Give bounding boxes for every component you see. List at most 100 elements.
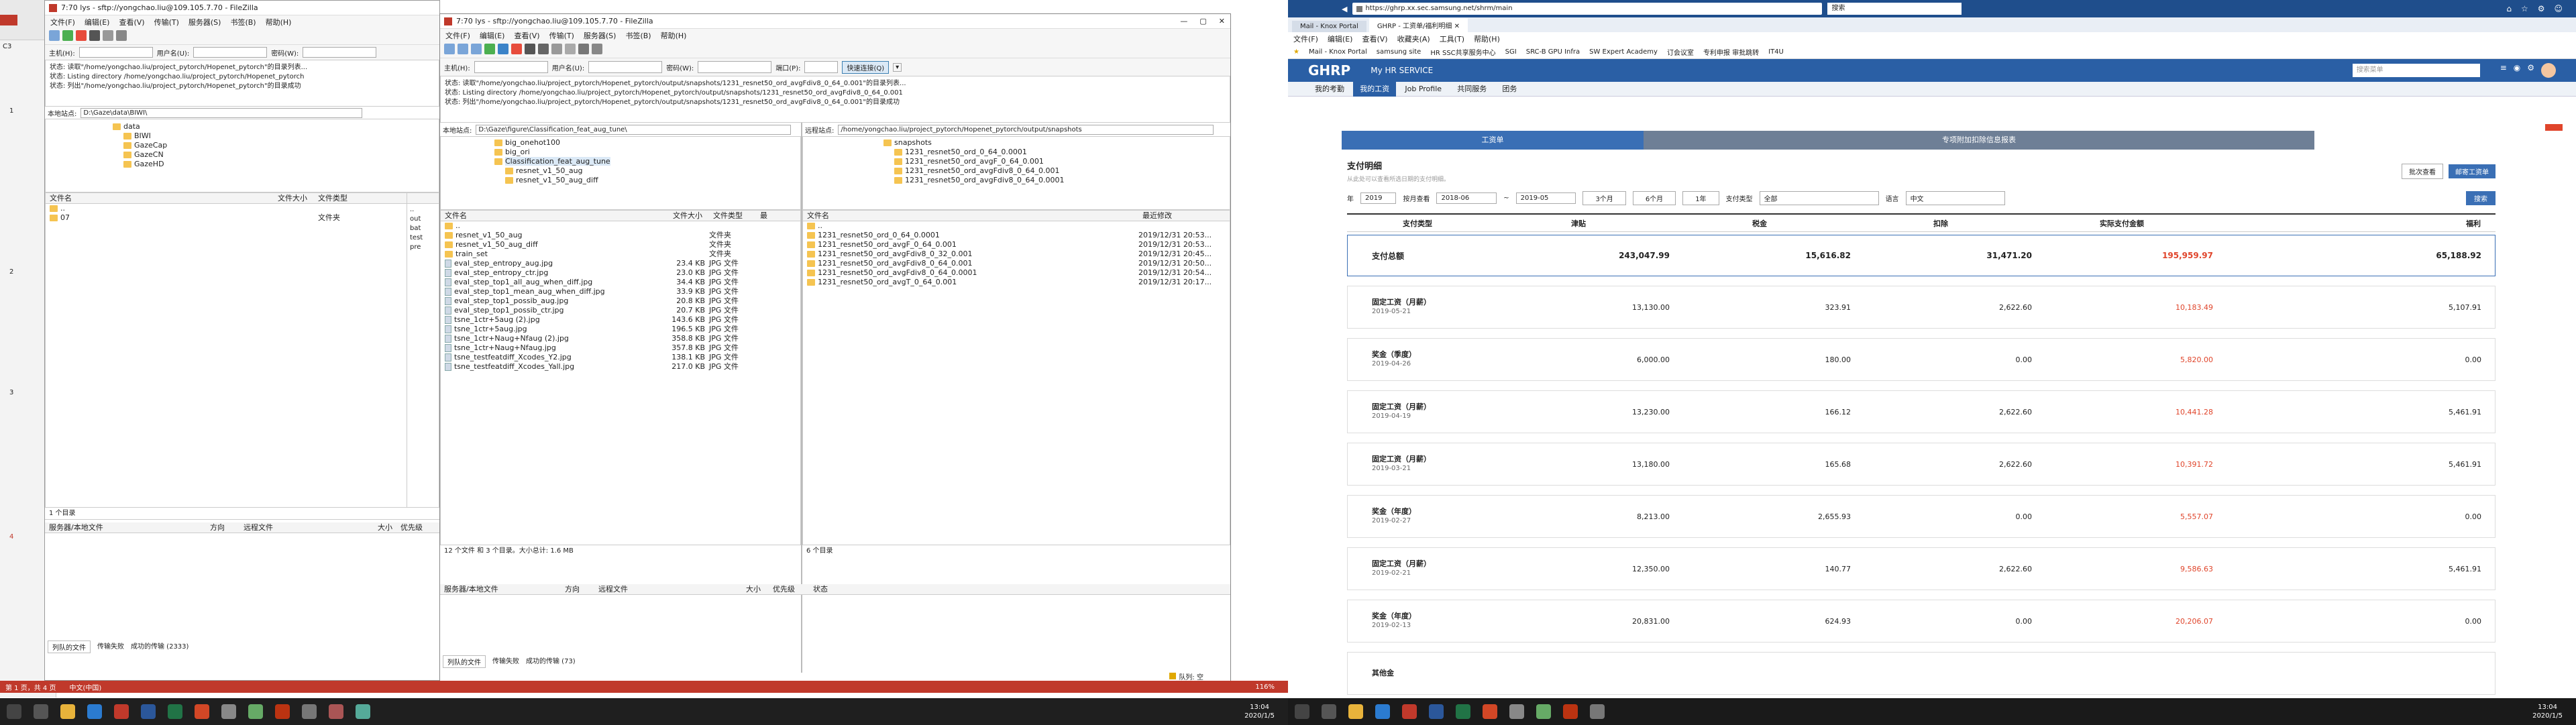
favorite-link[interactable]: Mail - Knox Portal	[1309, 48, 1367, 56]
refresh-icon[interactable]	[62, 30, 73, 41]
file-row[interactable]: resnet_v1_50_aug 文件夹	[441, 231, 800, 240]
menu-edit[interactable]: 编辑(E)	[1328, 34, 1353, 44]
file-row[interactable]: 1231_resnet50_ord_avgFdiv8_0_64_0.0001 20…	[803, 268, 1230, 278]
pass-input[interactable]	[303, 47, 377, 58]
process-queue-icon[interactable]	[498, 44, 508, 54]
remote-item[interactable]: out	[410, 215, 439, 224]
table-row[interactable]: 固定工资（月薪） 2019-04-19 13,230.00 166.12 2,622.6…	[1347, 390, 2496, 433]
start-icon[interactable]	[7, 704, 21, 719]
queue-col[interactable]: 优先级	[769, 584, 809, 594]
remote-item[interactable]: pre	[410, 243, 439, 252]
reconnect-icon[interactable]	[538, 44, 549, 54]
lang-select[interactable]: 中文	[1905, 191, 2005, 205]
smile-icon[interactable]: ☺	[2554, 4, 2563, 13]
star-icon[interactable]: ☆	[2521, 4, 2528, 13]
quick-3m-button[interactable]: 3个月	[1582, 191, 1626, 205]
word-icon[interactable]	[1429, 704, 1444, 719]
tab-queued[interactable]: 列队的文件	[443, 655, 486, 668]
filezilla-icon[interactable]	[1402, 704, 1417, 719]
menu-edit[interactable]: 编辑(E)	[480, 30, 505, 41]
nav-common[interactable]: 共同服务	[1450, 82, 1493, 97]
menu-transfer[interactable]: 传输(T)	[549, 30, 574, 41]
pdf-icon[interactable]	[1563, 704, 1578, 719]
menu-search-input[interactable]: 搜索菜单	[2352, 64, 2480, 77]
menu-bookmark[interactable]: 书签(B)	[625, 30, 651, 41]
favorite-link[interactable]: 订会议室	[1667, 47, 1694, 57]
app-icon[interactable]	[1509, 704, 1524, 719]
app-icon[interactable]	[1536, 704, 1551, 719]
refresh-icon[interactable]	[484, 44, 495, 54]
search-button[interactable]: 搜索	[2466, 191, 2496, 205]
file-row[interactable]: eval_step_top1_mean_aug_when_diff.jpg 33.…	[441, 287, 800, 296]
menu-view[interactable]: 查看(V)	[119, 17, 144, 27]
col-size[interactable]: 文件大小	[669, 211, 709, 221]
file-row[interactable]: tsne_1ctr+Naug+Nfaug.jpg 357.8 KB JPG 文件	[441, 343, 800, 353]
log-toggle-icon[interactable]	[458, 44, 468, 54]
nav-job-profile[interactable]: Job Profile	[1398, 82, 1448, 97]
favorite-link[interactable]: HR SSC共享服务中心	[1430, 47, 1495, 57]
filter-icon[interactable]	[103, 30, 113, 41]
menu-transfer[interactable]: 传输(T)	[154, 17, 179, 27]
close-button[interactable]: ✕	[1219, 17, 1225, 25]
excel-icon[interactable]	[168, 704, 182, 719]
queue-col[interactable]: 远程文件	[239, 522, 374, 533]
col-name[interactable]: 文件名	[441, 211, 669, 221]
menu-file[interactable]: 文件(F)	[1293, 34, 1318, 44]
favorites-star-icon[interactable]: ★	[1293, 48, 1299, 56]
menu-favorites[interactable]: 收藏夹(A)	[1397, 34, 1430, 44]
table-row[interactable]: 奖金（年度） 2019-02-13 20,831.00 624.93 0.00 20,20…	[1347, 600, 2496, 643]
to-date[interactable]: 2019-05	[1515, 192, 1576, 204]
chrome-icon[interactable]	[1348, 704, 1363, 719]
file-row[interactable]: 1231_resnet50_ord_avgFdiv8_0_64_0.001 201…	[803, 259, 1230, 268]
local-site-input[interactable]: D:\Gaze\data\BIWI\	[80, 107, 363, 118]
start-icon[interactable]	[1295, 704, 1309, 719]
menu-file[interactable]: 文件(F)	[445, 30, 470, 41]
nav-salary[interactable]: 我的工资	[1353, 82, 1397, 97]
menu-tools[interactable]: 工具(T)	[1440, 34, 1464, 44]
tree-toggle-icon[interactable]	[471, 44, 482, 54]
file-row[interactable]: eval_step_top1_all_aug_when_diff.jpg 34.4…	[441, 278, 800, 287]
clock-time[interactable]: 13:04	[2532, 703, 2563, 712]
host-input[interactable]	[78, 47, 153, 58]
menu-view[interactable]: 查看(V)	[1362, 34, 1387, 44]
search-icon[interactable]	[116, 30, 127, 41]
tab-failed[interactable]: 传输失败	[97, 640, 124, 653]
chrome-icon[interactable]	[60, 704, 75, 719]
quick-1y-button[interactable]: 1年	[1682, 191, 1719, 205]
tree-item[interactable]: resnet_v1_50_aug	[494, 166, 800, 176]
ppt-icon[interactable]	[195, 704, 209, 719]
zoom-level[interactable]: 116%	[1255, 683, 1275, 691]
favorite-link[interactable]: SGI	[1505, 48, 1517, 56]
sync-browse-icon[interactable]	[578, 44, 589, 54]
port-input[interactable]	[804, 61, 839, 73]
disconnect-icon[interactable]	[525, 44, 535, 54]
chevron-down-icon[interactable]: ▾	[893, 62, 902, 72]
tab-success[interactable]: 成功的传输 (2333)	[131, 640, 189, 653]
file-row[interactable]: ..	[46, 204, 439, 213]
file-row[interactable]: ..	[803, 221, 1230, 231]
queue-col[interactable]: 大小	[374, 522, 396, 533]
send-payslip-button[interactable]: 邮寄工资单	[2449, 164, 2496, 178]
tree-item[interactable]: GazeHD	[113, 160, 439, 169]
table-row[interactable]: 其他金	[1347, 652, 2496, 695]
app-icon[interactable]	[248, 704, 263, 719]
menu-help[interactable]: 帮助(H)	[661, 30, 687, 41]
remote-site-input[interactable]: /home/yongchao.liu/project_pytorch/Hopen…	[838, 124, 1214, 135]
tree-item[interactable]: GazeCap	[113, 141, 439, 150]
user-input[interactable]	[193, 47, 268, 58]
year-select[interactable]: 2019	[1360, 192, 1397, 204]
table-row[interactable]: 奖金（年度） 2019-02-27 8,213.00 2,655.93 0.00 5,55…	[1347, 495, 2496, 538]
favorite-link[interactable]: 专利申报 审批跳转	[1703, 47, 1759, 57]
bell-icon[interactable]: ◉	[2514, 63, 2520, 78]
from-date[interactable]: 2018-06	[1436, 192, 1497, 204]
menu-server[interactable]: 服务器(S)	[584, 30, 616, 41]
gear-icon[interactable]: ⚙	[2538, 4, 2545, 13]
favorite-link[interactable]: SW Expert Academy	[1589, 48, 1658, 56]
quickconnect-button[interactable]: 快速连接(Q)	[842, 60, 890, 74]
browser-search[interactable]: 搜索	[1827, 3, 1962, 15]
menu-help[interactable]: 帮助(H)	[266, 17, 292, 27]
queue-col[interactable]: 大小	[742, 584, 769, 594]
nav-attendance[interactable]: 我的考勤	[1308, 82, 1351, 97]
batch-view-button[interactable]: 批次查看	[2402, 163, 2443, 179]
word-icon[interactable]	[141, 704, 156, 719]
